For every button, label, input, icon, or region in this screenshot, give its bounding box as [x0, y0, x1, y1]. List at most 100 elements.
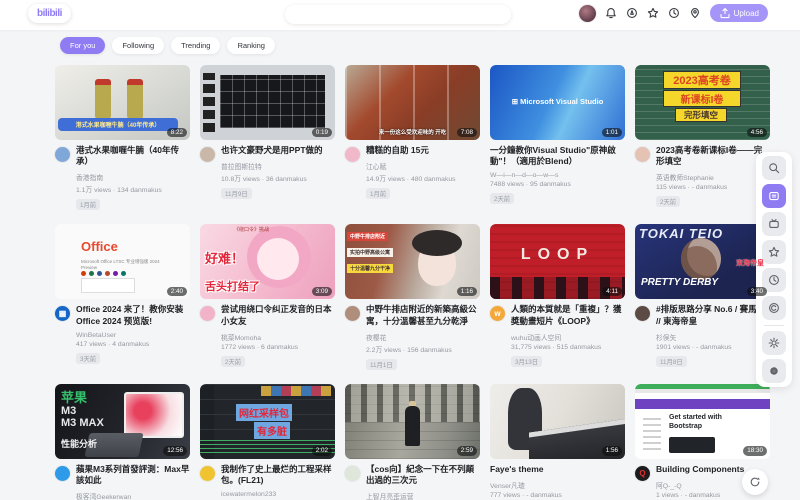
channel-name[interactable]: 极客湾Geekerwan [76, 491, 190, 500]
channel-avatar[interactable] [200, 306, 215, 321]
moments-icon[interactable] [626, 7, 638, 19]
date-badge: 2天前 [490, 193, 514, 204]
channel-avatar[interactable] [200, 147, 215, 162]
video-card[interactable]: 2023高考卷新课标I卷完形填空4:56 2023高考卷新课标I卷——完形填空英语… [635, 65, 770, 212]
video-title[interactable]: 我制作了史上最烂的工程采样包。(FL21) [221, 464, 335, 486]
channel-name[interactable]: WinBetaUser [76, 332, 190, 339]
bilibili-logo[interactable]: bilibili [28, 4, 71, 23]
tab-ranking[interactable]: Ranking [227, 37, 275, 54]
video-thumbnail[interactable]: 1:56 [490, 384, 625, 459]
video-thumbnail[interactable]: 2023高考卷新课标I卷完形填空4:56 [635, 65, 770, 140]
video-title[interactable]: Office 2024 来了！教你安装 Office 2024 预览版! [76, 304, 190, 326]
video-thumbnail[interactable]: 来一份这么受欢迎味的 开吃7:08 [345, 65, 480, 140]
video-thumbnail[interactable]: 港式水果咖喱牛腩（40年传承）8:22 [55, 65, 190, 140]
channel-avatar[interactable] [200, 466, 215, 481]
video-card[interactable]: TOKAI TEIO東海帝皇PRETTY DERBY3:40 #排版思路分享 No… [635, 224, 770, 371]
video-card[interactable]: 港式水果咖喱牛腩（40年传承）8:22港式水果咖喱牛腩（40年传承）香港指南1.… [55, 65, 190, 212]
video-thumbnail[interactable]: ⊞ Microsoft Visual Studio1:01 [490, 65, 625, 140]
channel-icon[interactable] [762, 296, 786, 320]
video-title[interactable]: 中野牛排店附近的新築高級公寓，十分溫馨甚至九分乾淨 [366, 304, 480, 326]
channel-name[interactable]: 江心赋 [366, 161, 480, 171]
thumbnail-overlay-text: TOKAI TEIO [639, 226, 766, 241]
bell-icon[interactable] [605, 7, 617, 19]
channel-name[interactable]: Venser凡璁 [490, 480, 625, 490]
channel-name[interactable]: 上智月亮歪运营 [366, 491, 480, 500]
star-icon[interactable] [762, 240, 786, 264]
tab-following[interactable]: Following [112, 37, 164, 54]
thumbnail-overlay-text: 性能分析 [61, 437, 97, 450]
video-card[interactable]: 中野牛排店附近实拍中野高级公寓十分温馨九分干净1:16 中野牛排店附近的新築高級公… [345, 224, 480, 371]
video-title[interactable]: 也许文豪野犬是用PPT做的 [221, 145, 335, 156]
video-card[interactable]: 来一份这么受欢迎味的 开吃7:08糟糕的自助 15元江心赋14.9万 views… [345, 65, 480, 212]
settings-icon[interactable] [762, 359, 786, 383]
tab-for-you[interactable]: For you [60, 37, 105, 54]
search-icon[interactable] [762, 156, 786, 180]
video-title[interactable]: 人類的本質就是「重複」？獲奬動畫短片《LOOP》 [511, 304, 625, 326]
channel-name[interactable]: W—i—n—d—o—w—s [490, 172, 625, 179]
video-title[interactable]: Faye's theme [490, 464, 625, 475]
upload-button[interactable]: Upload [710, 4, 768, 22]
channel-avatar[interactable] [345, 466, 360, 481]
thumbnail-overlay-text: PRETTY DERBY [641, 277, 718, 288]
video-card[interactable]: 苹果M3M3 MAX性能分析12:56 蘋果M3系列首發評測：Max早該如此极客湾… [55, 384, 190, 500]
channel-avatar[interactable]: ▦ [55, 306, 70, 321]
video-title[interactable]: 港式水果咖喱牛腩（40年传承） [76, 145, 190, 167]
channel-name[interactable]: 桃菜Momoha [221, 332, 335, 342]
refresh-button[interactable] [742, 469, 768, 495]
video-title[interactable]: 尝试用绕口令纠正发音的日本小女友 [221, 304, 335, 326]
channel-avatar[interactable]: w [490, 306, 505, 321]
video-card[interactable]: 好难！舌头打结了《绕口令》挑战3:09 尝试用绕口令纠正发音的日本小女友桃菜Mom… [200, 224, 335, 371]
history-icon[interactable] [668, 7, 680, 19]
video-card[interactable]: LOOP4:11 w 人類的本質就是「重複」？獲奬動畫短片《LOOP》 wuhu动画人… [490, 224, 625, 371]
video-thumbnail[interactable]: LOOP4:11 [490, 224, 625, 299]
video-card[interactable]: OfficeMicrosoft Office LTSC 专业增强版 2024 P… [55, 224, 190, 371]
video-meta: w人類的本質就是「重複」？獲奬動畫短片《LOOP》wuhu动画人空间31,775… [490, 299, 625, 368]
channel-name[interactable]: wuhu动画人空间 [511, 332, 625, 342]
star-icon[interactable] [647, 7, 659, 19]
video-stats: 2.2万 views · 156 danmakus [366, 344, 480, 354]
video-title[interactable]: 【cos向】紀念一下在不列顛出過的三次元 [366, 464, 480, 486]
channel-avatar[interactable]: Q [635, 466, 650, 481]
video-thumbnail[interactable]: 苹果M3M3 MAX性能分析12:56 [55, 384, 190, 459]
channel-avatar[interactable] [345, 147, 360, 162]
channel-name[interactable]: 香港指南 [76, 172, 190, 182]
channel-name[interactable]: 英语教师Stephanie [656, 172, 770, 182]
channel-name[interactable]: 夜樱花 [366, 332, 480, 342]
search-input[interactable] [292, 9, 504, 20]
search-bar[interactable] [285, 5, 511, 24]
video-card[interactable]: 0:19也许文豪野犬是用PPT做的普拉图斯拉特10.8万 views · 36 … [200, 65, 335, 212]
video-stats: 115 views · - danmakus [656, 184, 770, 191]
video-title[interactable]: 糟糕的自助 15元 [366, 145, 480, 156]
channel-avatar[interactable] [55, 466, 70, 481]
channel-avatar[interactable] [345, 306, 360, 321]
channel-avatar[interactable] [55, 147, 70, 162]
video-thumbnail[interactable]: 0:19 [200, 65, 335, 140]
video-card[interactable]: 2:59【cos向】紀念一下在不列顛出過的三次元上智月亮歪运营8.2万 view… [345, 384, 480, 500]
video-stats: 7488 views · 95 danmakus [490, 181, 625, 188]
video-thumbnail[interactable]: 网红采样包有多脏2:02 [200, 384, 335, 459]
channel-avatar[interactable] [635, 147, 650, 162]
video-title[interactable]: 2023高考卷新课标I卷——完形填空 [656, 145, 770, 167]
video-card[interactable]: ⊞ Microsoft Visual Studio1:01 一分鐘教你Visual… [490, 65, 625, 212]
tab-trending[interactable]: Trending [171, 37, 220, 54]
channel-name[interactable]: 普拉图斯拉特 [221, 161, 335, 171]
duration-badge: 4:11 [602, 287, 622, 296]
feed-icon[interactable] [762, 184, 786, 208]
video-title[interactable]: 一分鐘教你Visual Studio"原神啟動"！（適用於Blend） [490, 145, 625, 167]
video-thumbnail[interactable]: Get started withBootstrap18:30 [635, 384, 770, 459]
video-title[interactable]: #排版思路分享 No.6 / 賽馬娘 // 東海帝皇 [656, 304, 770, 326]
video-thumbnail[interactable]: 中野牛排店附近实拍中野高级公寓十分温馨九分干净1:16 [345, 224, 480, 299]
sun-icon[interactable] [762, 331, 786, 355]
video-thumbnail[interactable]: TOKAI TEIO東海帝皇PRETTY DERBY3:40 [635, 224, 770, 299]
user-avatar[interactable] [579, 5, 596, 22]
video-thumbnail[interactable]: 好难！舌头打结了《绕口令》挑战3:09 [200, 224, 335, 299]
channel-avatar[interactable] [635, 306, 650, 321]
video-card[interactable]: 网红采样包有多脏2:02 我制作了史上最烂的工程采样包。(FL21) icewate… [200, 384, 335, 500]
channel-name[interactable]: icewatermelon233 [221, 491, 335, 498]
video-thumbnail[interactable]: OfficeMicrosoft Office LTSC 专业增强版 2024 P… [55, 224, 190, 299]
channel-name[interactable]: 杉俣矢 [656, 332, 770, 342]
location-icon[interactable] [689, 7, 701, 19]
video-title[interactable]: 蘋果M3系列首發評測：Max早該如此 [76, 464, 190, 486]
video-card[interactable]: 1:56Faye's themeVenser凡璁777 views · - da… [490, 384, 625, 500]
video-thumbnail[interactable]: 2:59 [345, 384, 480, 459]
